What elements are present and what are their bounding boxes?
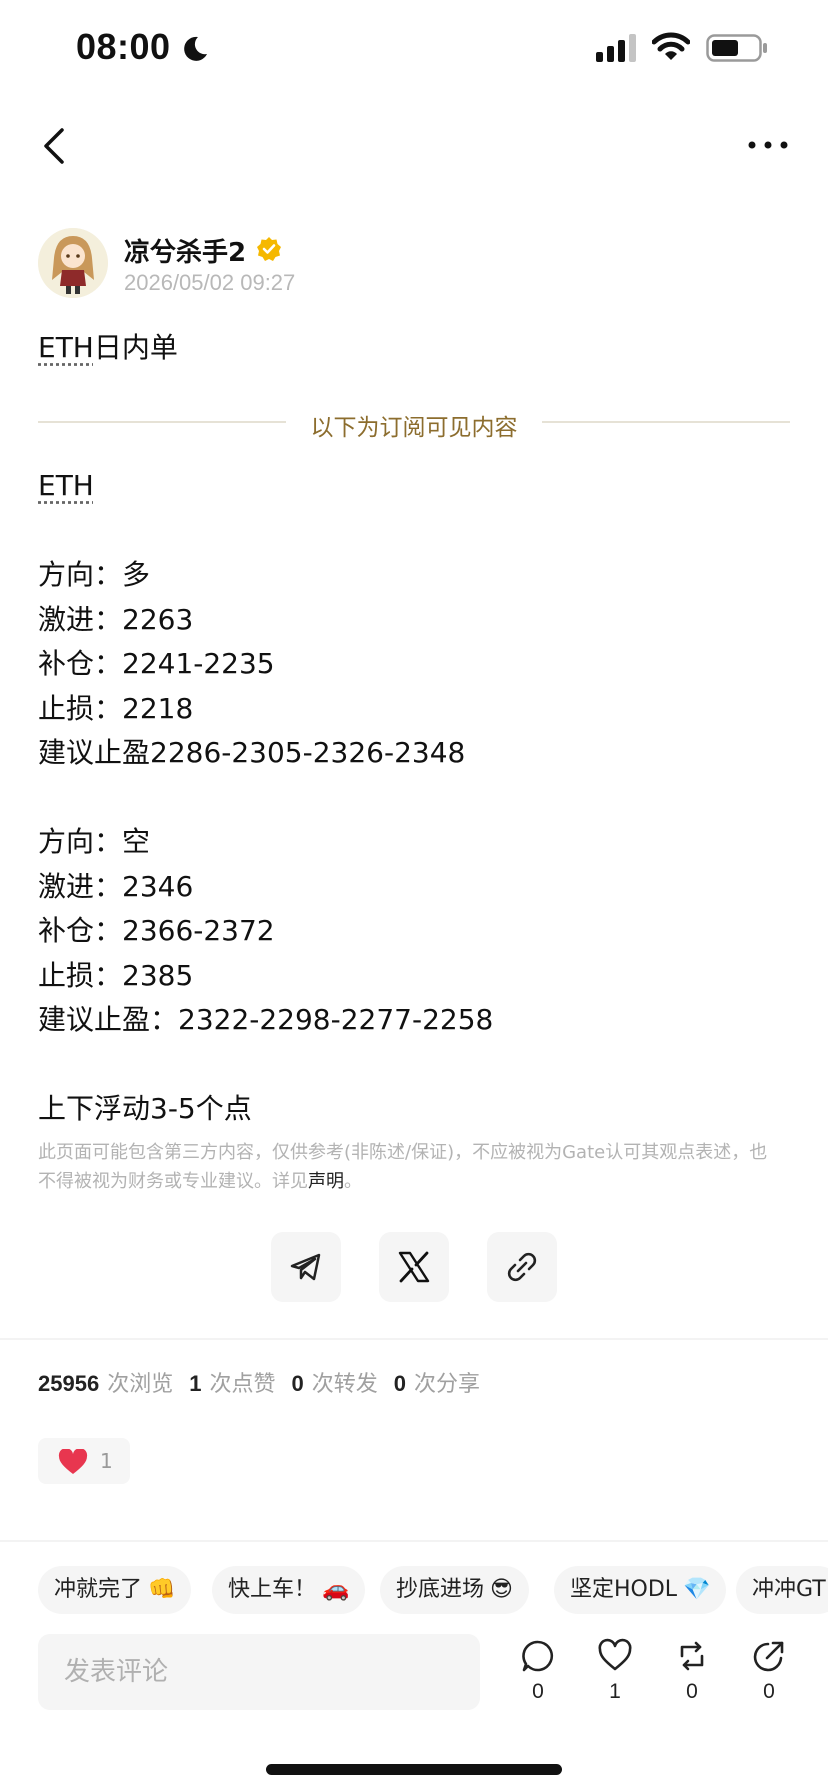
disclaimer: 此页面可能包含第三方内容，仅供参考(非陈述/保证)，不应被视为Gate认可其观点… — [38, 1138, 778, 1196]
verified-icon — [257, 237, 281, 261]
post-content: ETH 方向：多 激进：2263 补仓：2241-2235 止损：2218 建议… — [38, 464, 790, 1132]
section-separator — [0, 1338, 828, 1340]
share-link-button[interactable] — [487, 1232, 557, 1302]
quick-reply-emoji: 👊 — [148, 1577, 176, 1602]
likes-count: 1 — [189, 1371, 202, 1396]
shares-label: 次分享 — [413, 1372, 480, 1397]
quick-reply-text: 坚定HODL — [570, 1577, 678, 1602]
post-title: ETH日内单 — [38, 326, 178, 366]
signal-icon — [596, 34, 636, 62]
short-direction: 方向：空 — [38, 825, 151, 858]
like-count: 1 — [609, 1680, 621, 1703]
quick-replies: 冲就完了 👊 快上车！ 🚗 抄底进场 😎 坚定HODL 💎 冲冲GT — [0, 1566, 828, 1616]
short-add-position: 补仓：2366-2372 — [38, 914, 275, 947]
section-separator — [0, 1540, 828, 1542]
quick-reply-text: 抄底进场 — [396, 1577, 485, 1602]
long-stop-loss: 止损：2218 — [38, 691, 194, 725]
wifi-icon — [652, 32, 690, 60]
quick-reply-text: 冲冲GT — [752, 1577, 826, 1602]
subscription-divider: 以下为订阅可见内容 — [38, 402, 790, 442]
avatar[interactable] — [38, 228, 108, 298]
battery-icon — [706, 34, 767, 62]
author-name[interactable]: 凉兮杀手2 — [124, 232, 246, 269]
quick-reply-emoji: 🚗 — [322, 1577, 350, 1602]
share-row — [0, 1232, 828, 1302]
quick-reply-chip[interactable]: 坚定HODL 💎 — [554, 1566, 727, 1614]
moon-icon — [184, 36, 207, 61]
like-action[interactable]: 1 — [585, 1638, 645, 1704]
short-aggressive: 激进：2346 — [38, 869, 194, 903]
comment-count: 0 — [532, 1680, 544, 1703]
likes-label: 次点赞 — [209, 1372, 276, 1397]
heart-reaction-chip[interactable]: 1 — [38, 1438, 130, 1484]
share-count: 0 — [763, 1680, 775, 1703]
disclaimer-text: 此页面可能包含第三方内容，仅供参考(非陈述/保证)，不应被视为Gate认可其观点… — [38, 1142, 768, 1192]
divider-text: 以下为订阅可见内容 — [310, 415, 518, 441]
shares-count: 0 — [393, 1371, 406, 1396]
quick-reply-chip[interactable]: 抄底进场 😎 — [380, 1566, 529, 1614]
comment-icon — [522, 1640, 554, 1672]
quick-reply-text: 冲就完了 — [54, 1577, 143, 1602]
long-direction: 方向：多 — [38, 558, 151, 591]
share-x-button[interactable] — [379, 1232, 449, 1302]
back-button[interactable] — [36, 124, 76, 168]
heart-outline-icon — [598, 1638, 632, 1671]
share-icon — [753, 1641, 784, 1672]
more-button[interactable] — [744, 130, 792, 160]
heart-icon — [58, 1449, 88, 1474]
comment-input[interactable]: 发表评论 — [38, 1634, 480, 1710]
repost-action[interactable]: 0 — [662, 1638, 722, 1704]
long-aggressive: 激进：2263 — [38, 602, 194, 636]
quick-reply-chip[interactable]: 快上车！ 🚗 — [212, 1566, 366, 1614]
post-note: 上下浮动3-5个点 — [38, 1092, 252, 1125]
reposts-label: 次转发 — [311, 1372, 378, 1397]
quick-reply-chip[interactable]: 冲就完了 👊 — [38, 1566, 192, 1614]
reaction-count: 1 — [100, 1449, 113, 1473]
share-telegram-button[interactable] — [271, 1232, 341, 1302]
home-indicator[interactable] — [266, 1764, 562, 1775]
x-icon — [398, 1251, 430, 1283]
short-take-profit: 建议止盈：2322-2298-2277-2258 — [38, 1003, 494, 1036]
repost-count: 0 — [686, 1680, 698, 1703]
divider-line-right — [542, 421, 790, 423]
reposts-count: 0 — [291, 1371, 304, 1396]
author-header: 凉兮杀手2 2026/05/02 09:27 — [38, 228, 738, 302]
nav-bar — [0, 110, 828, 180]
quick-reply-text: 快上车！ — [228, 1577, 317, 1602]
ticker-link[interactable]: ETH — [38, 469, 94, 502]
status-time: 08:00 — [76, 26, 171, 67]
quick-reply-chip[interactable]: 冲冲GT — [736, 1566, 828, 1614]
statement-link[interactable]: 声明 — [308, 1171, 344, 1192]
status-bar: 08:00 — [0, 0, 828, 96]
ticker-link[interactable]: ETH — [38, 331, 94, 364]
short-stop-loss: 止损：2385 — [38, 958, 194, 992]
quick-reply-emoji: 💎 — [683, 1577, 711, 1602]
post-stats: 25956 次浏览 1 次点赞 0 次转发 0 次分享 — [38, 1366, 496, 1398]
share-action[interactable]: 0 — [739, 1638, 799, 1704]
more-horizontal-icon — [748, 141, 788, 149]
telegram-icon — [290, 1253, 321, 1281]
long-take-profit: 建议止盈2286-2305-2326-2348 — [38, 736, 466, 769]
views-label: 次浏览 — [107, 1372, 174, 1397]
chevron-left-icon — [44, 128, 64, 164]
repost-icon — [680, 1641, 704, 1671]
post-title-text: 日内单 — [93, 331, 178, 364]
long-add-position: 补仓：2241-2235 — [38, 647, 275, 680]
link-icon — [507, 1252, 537, 1282]
quick-reply-emoji: 😎 — [490, 1577, 513, 1602]
disclaimer-end: 。 — [344, 1171, 362, 1192]
post-time: 2026/05/02 09:27 — [124, 270, 296, 295]
avatar-image — [38, 228, 108, 298]
views-count: 25956 — [38, 1371, 100, 1396]
comment-action[interactable]: 0 — [508, 1638, 568, 1704]
